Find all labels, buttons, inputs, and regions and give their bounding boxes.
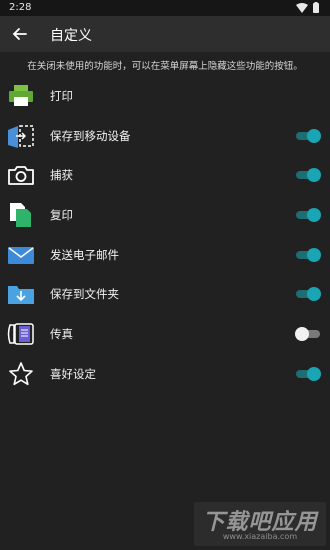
item-label: 保存到文件夹 [50,287,119,302]
fax-icon [7,323,34,345]
battery-icon [313,3,319,13]
toggle-switch[interactable] [296,366,321,381]
back-arrow-icon[interactable] [10,24,30,44]
watermark-url: www.xiazaiba.com [222,532,298,541]
printer-icon [9,85,33,106]
list-item-email[interactable]: 发送电子邮件 [0,235,330,275]
item-label: 捕获 [50,168,73,183]
list-item-fax[interactable]: 传真 [0,314,330,354]
list-item-save-to-device[interactable]: 保存到移动设备 [0,116,330,156]
system-status-icons [296,2,319,13]
toggle-switch[interactable] [296,287,321,302]
item-label: 保存到移动设备 [50,128,131,143]
wifi-icon [296,3,308,13]
toggle-switch[interactable] [295,327,320,342]
copy-icon [10,203,31,228]
toggle-switch[interactable] [296,208,321,223]
email-icon [8,246,34,264]
list-item-save-to-folder[interactable]: 保存到文件夹 [0,274,330,314]
list-item-preferences[interactable]: 喜好设定 [0,354,330,394]
watermark: 下载吧应用 www.xiazaiba.com [194,502,326,546]
save-to-device-icon [8,124,34,148]
app-bar: 自定义 [0,16,330,52]
item-label: 发送电子邮件 [50,247,119,262]
toggle-switch[interactable] [296,247,321,262]
page-title: 自定义 [50,28,92,44]
list-item-capture[interactable]: 捕获 [0,155,330,195]
star-icon [9,362,33,385]
item-label: 打印 [50,89,73,103]
status-time: 2:28 [9,2,32,13]
list-item-copy[interactable]: 复印 [0,195,330,235]
toggle-switch[interactable] [296,128,321,143]
camera-icon [8,166,34,186]
item-label: 复印 [50,208,73,223]
folder-save-icon [8,286,34,305]
item-label: 传真 [50,327,73,342]
list-item-print[interactable]: 打印 [0,76,330,116]
feature-list: 打印 保存到移动设备 捕获 复印 发送电子邮件 保存到文件夹 传真 喜好设定 [0,76,330,394]
status-bar: 2:28 [0,0,330,16]
toggle-switch[interactable] [296,168,321,183]
item-label: 喜好设定 [50,366,96,381]
description-text: 在关闭未使用的功能时，可以在菜单屏幕上隐藏这些功能的按钮。 [27,61,303,72]
